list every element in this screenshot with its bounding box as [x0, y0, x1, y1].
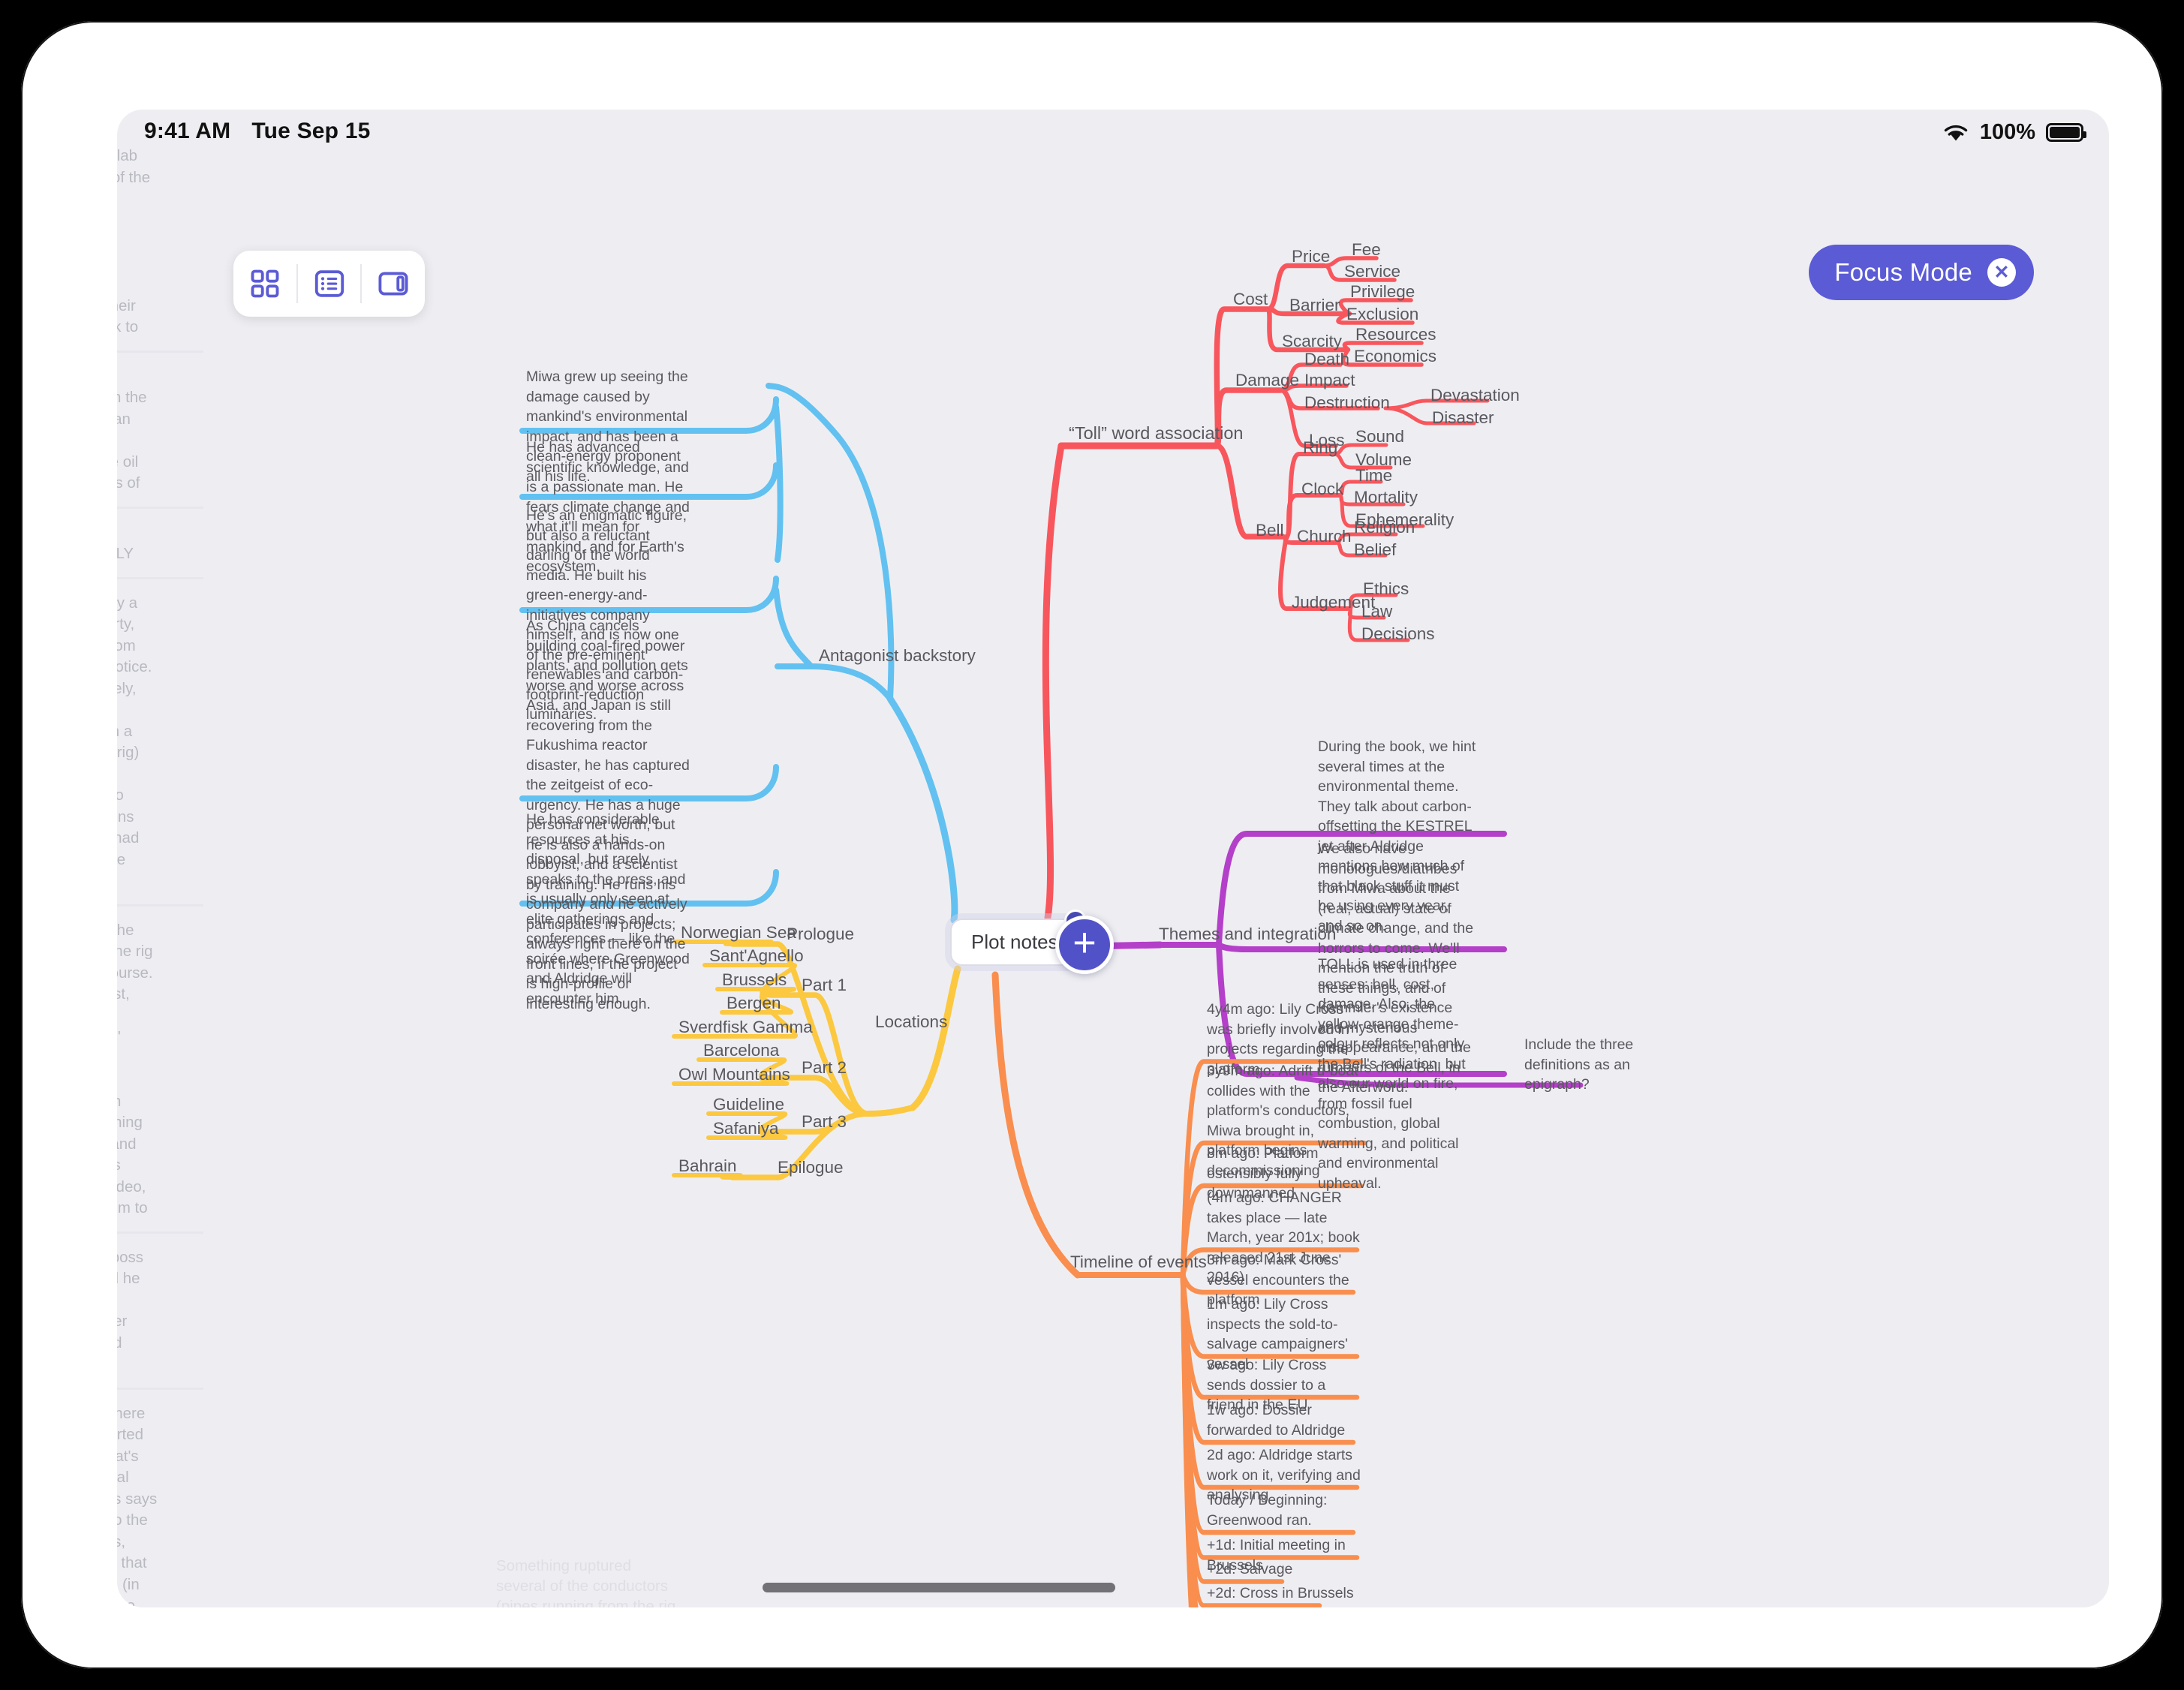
- node-location-part[interactable]: Part 3: [802, 1113, 847, 1131]
- node-destruction[interactable]: Destruction: [1304, 394, 1390, 412]
- node-location-place[interactable]: Brussels: [722, 971, 787, 989]
- node-location-place[interactable]: Bergen: [726, 994, 781, 1012]
- node-timeline-event[interactable]: +2d: Salvage: [1207, 1559, 1361, 1580]
- node-location-place[interactable]: Sant'Agnello: [709, 947, 804, 965]
- grid-view-icon: [251, 269, 279, 298]
- node-antagonist-note[interactable]: He has considerable resources at his dis…: [526, 810, 690, 1009]
- mindmap-branches: [519, 256, 1584, 1607]
- branch-line: [886, 695, 958, 924]
- node-belief[interactable]: Belief: [1354, 541, 1396, 559]
- node-timeline-event[interactable]: Today / Beginning: Greenwood ran.: [1207, 1490, 1361, 1530]
- center-node-group[interactable]: Plot notes +: [950, 910, 1114, 974]
- node-bell[interactable]: Bell: [1256, 522, 1284, 540]
- node-location-place[interactable]: Sverdfisk Gamma: [678, 1018, 813, 1036]
- node-toll-root[interactable]: “Toll” word association: [1069, 424, 1243, 443]
- focus-mode-label: Focus Mode: [1834, 258, 1972, 286]
- panel-view-button[interactable]: [362, 251, 425, 317]
- ipad-device-frame: to his lab sults of the s en is , bu an …: [21, 21, 2163, 1669]
- node-timeline-event[interactable]: +2d: Cross in Brussels: [1207, 1583, 1361, 1604]
- node-disaster[interactable]: Disaster: [1432, 409, 1494, 427]
- add-node-label: +: [1072, 920, 1097, 965]
- branch-line: [1042, 442, 1065, 922]
- node-location-part[interactable]: Prologue: [787, 925, 854, 943]
- node-location-place[interactable]: Barcelona: [703, 1042, 779, 1060]
- focus-mode-close-icon[interactable]: ✕: [1987, 258, 2016, 287]
- node-economics[interactable]: Economics: [1354, 347, 1436, 365]
- branch-line: [674, 940, 774, 946]
- node-decisions[interactable]: Decisions: [1361, 625, 1435, 643]
- node-religion[interactable]: Religion: [1354, 519, 1415, 537]
- node-scarcity[interactable]: Scarcity: [1282, 332, 1342, 350]
- horizontal-scroll-indicator[interactable]: [763, 1583, 1115, 1592]
- mindmap-canvas[interactable]: “Toll” word association Cost Price Barrier S…: [117, 110, 2109, 1607]
- node-ring[interactable]: Ring: [1303, 439, 1337, 457]
- node-service[interactable]: Service: [1344, 263, 1400, 281]
- node-exclusion[interactable]: Exclusion: [1346, 305, 1418, 323]
- node-location-place[interactable]: Safaniya: [713, 1120, 779, 1138]
- node-cost[interactable]: Cost: [1233, 290, 1268, 308]
- node-church[interactable]: Church: [1297, 528, 1352, 546]
- grid-view-button[interactable]: [233, 251, 296, 317]
- node-death[interactable]: Death: [1304, 350, 1349, 368]
- branch-line: [773, 587, 814, 669]
- node-sound[interactable]: Sound: [1355, 428, 1404, 446]
- node-antagonist-backstory[interactable]: Antagonist backstory: [819, 647, 976, 665]
- node-location-part[interactable]: Epilogue: [778, 1159, 844, 1177]
- node-themes-root[interactable]: Themes and integration: [1159, 925, 1336, 943]
- node-impact[interactable]: Impact: [1304, 371, 1355, 389]
- focus-mode-button[interactable]: Focus Mode ✕: [1809, 245, 2034, 300]
- node-clock[interactable]: Clock: [1301, 480, 1343, 498]
- node-barrier[interactable]: Barrier: [1289, 296, 1340, 314]
- node-location-part[interactable]: Part 2: [802, 1059, 847, 1077]
- add-node-button[interactable]: +: [1055, 916, 1114, 974]
- node-locations-root[interactable]: Locations: [875, 1013, 947, 1031]
- node-location-place[interactable]: Norwegian Sea: [681, 924, 796, 942]
- branch-line: [775, 663, 893, 702]
- screenshot-root: to his lab sults of the s en is , bu an …: [0, 0, 2184, 1690]
- list-view-button[interactable]: [298, 251, 361, 317]
- node-time[interactable]: Time: [1355, 467, 1392, 485]
- branch-line: [991, 971, 1081, 1279]
- node-resources[interactable]: Resources: [1355, 326, 1436, 344]
- node-privilege[interactable]: Privilege: [1350, 283, 1415, 301]
- list-view-icon: [314, 270, 344, 297]
- node-price[interactable]: Price: [1292, 248, 1330, 266]
- view-mode-toolbar[interactable]: [233, 251, 425, 317]
- node-devastation[interactable]: Devastation: [1430, 386, 1520, 404]
- branch-line: [865, 1105, 916, 1117]
- node-damage[interactable]: Damage: [1235, 371, 1299, 389]
- node-law[interactable]: Law: [1361, 603, 1392, 621]
- node-location-place[interactable]: Bahrain: [678, 1157, 737, 1175]
- node-epigraph-question[interactable]: Include the three definitions as an epig…: [1524, 1035, 1686, 1095]
- node-ethics[interactable]: Ethics: [1363, 580, 1409, 598]
- branch-line: [672, 1173, 743, 1180]
- node-location-place[interactable]: Guideline: [713, 1096, 784, 1114]
- node-timeline-event[interactable]: 1w ago: Dossier forwarded to Aldridge: [1207, 1400, 1361, 1440]
- center-node-label: Plot notes: [971, 931, 1058, 953]
- node-location-place[interactable]: Owl Mountains: [678, 1066, 790, 1084]
- node-timeline-root[interactable]: Timeline of events: [1070, 1253, 1207, 1271]
- node-location-part[interactable]: Part 1: [802, 976, 847, 994]
- ipad-screen: to his lab sults of the s en is , bu an …: [117, 110, 2109, 1607]
- branch-line: [909, 965, 961, 1111]
- panel-view-icon: [378, 272, 408, 296]
- node-mortality[interactable]: Mortality: [1354, 489, 1418, 507]
- node-fee[interactable]: Fee: [1352, 241, 1381, 259]
- branch-line: [773, 404, 784, 563]
